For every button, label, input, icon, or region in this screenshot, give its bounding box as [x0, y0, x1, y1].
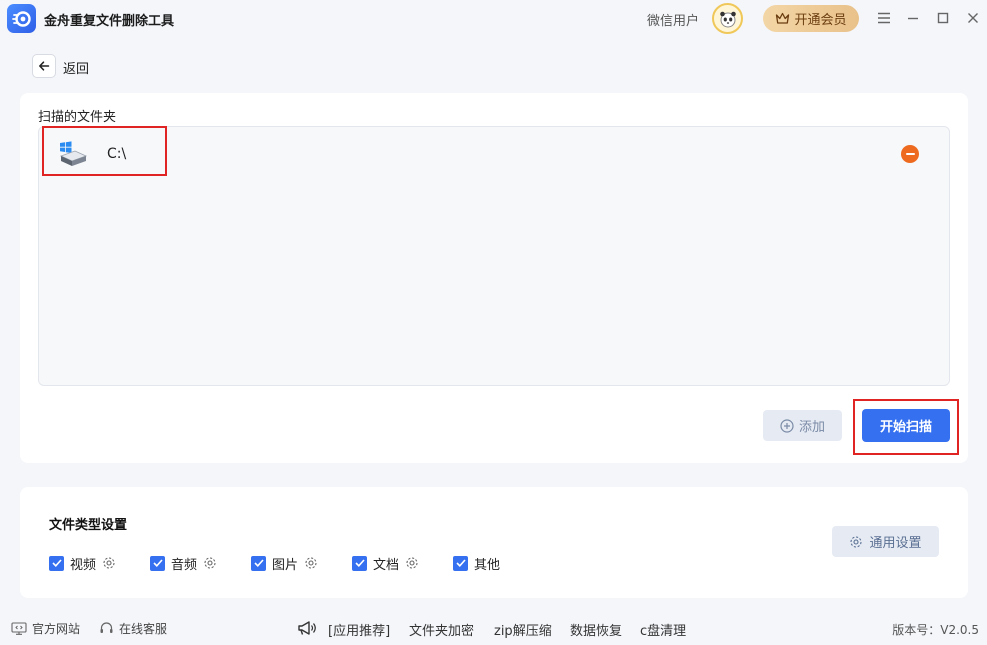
- folder-list: [38, 126, 950, 386]
- checkbox-checked-icon[interactable]: [150, 555, 165, 571]
- add-folder-button[interactable]: 添加: [763, 410, 842, 441]
- online-service-link[interactable]: 在线客服: [99, 620, 167, 637]
- checkbox-checked-icon[interactable]: [49, 555, 64, 571]
- user-name[interactable]: 微信用户: [647, 10, 699, 29]
- title-bar: 金舟重复文件删除工具 微信用户 开通会员: [0, 0, 987, 38]
- gear-icon[interactable]: [405, 556, 419, 570]
- crown-icon: [776, 12, 790, 24]
- gear-icon: [850, 535, 863, 548]
- start-scan-button[interactable]: 开始扫描: [862, 409, 950, 442]
- scan-folder-label: 扫描的文件夹: [38, 110, 117, 125]
- plus-circle-icon: [780, 418, 794, 433]
- online-service-label: 在线客服: [119, 622, 168, 636]
- general-settings-label: 通用设置: [869, 536, 922, 551]
- official-site-link[interactable]: 官方网站: [11, 620, 80, 637]
- general-settings-button[interactable]: 通用设置: [832, 526, 939, 557]
- minimize-icon[interactable]: [904, 9, 922, 27]
- back-label[interactable]: 返回: [63, 58, 89, 77]
- app-title: 金舟重复文件删除工具: [44, 14, 175, 29]
- vip-label: 开通会员: [794, 13, 847, 28]
- filetype-label: 图片: [272, 557, 299, 573]
- panda-avatar-icon: [719, 11, 736, 27]
- filetype-label: 其他: [474, 557, 501, 573]
- maximize-icon[interactable]: [934, 9, 952, 27]
- gear-icon[interactable]: [102, 556, 116, 570]
- filetype-label: 音频: [171, 557, 198, 573]
- recommend-folder-encrypt[interactable]: 文件夹加密: [409, 620, 474, 639]
- recommend-c-drive-clean[interactable]: c盘清理: [640, 620, 686, 639]
- close-icon[interactable]: [964, 9, 982, 27]
- remove-folder-icon[interactable]: [901, 145, 919, 163]
- filetype-document[interactable]: 文档: [352, 555, 419, 573]
- app-recommend-label: [应用推荐]: [328, 624, 391, 639]
- filetype-label: 文档: [373, 557, 400, 573]
- version-label: 版本号：V2.0.5: [892, 623, 979, 637]
- checkbox-checked-icon[interactable]: [352, 555, 367, 571]
- back-button[interactable]: [32, 54, 56, 78]
- gear-icon[interactable]: [203, 556, 217, 570]
- file-type-panel: [20, 487, 968, 598]
- filetype-other[interactable]: 其他: [453, 555, 501, 573]
- recommend-zip[interactable]: zip解压缩: [494, 620, 552, 639]
- gear-icon[interactable]: [304, 556, 318, 570]
- file-type-title: 文件类型设置: [49, 518, 128, 533]
- vip-button[interactable]: 开通会员: [763, 5, 859, 32]
- official-site-label: 官方网站: [32, 622, 81, 636]
- menu-icon[interactable]: [875, 9, 893, 27]
- checkbox-checked-icon[interactable]: [251, 555, 266, 571]
- avatar[interactable]: [712, 3, 743, 34]
- checkbox-checked-icon[interactable]: [453, 555, 468, 571]
- filetype-label: 视频: [70, 557, 97, 573]
- recommend-data-recovery[interactable]: 数据恢复: [570, 620, 622, 639]
- add-folder-label: 添加: [798, 420, 825, 435]
- app-logo-icon: [7, 4, 36, 33]
- megaphone-icon: [298, 621, 316, 635]
- headset-icon: [100, 622, 113, 633]
- monitor-icon: [11, 622, 27, 635]
- filetype-audio[interactable]: 音频: [150, 555, 217, 573]
- filetype-image[interactable]: 图片: [251, 555, 318, 573]
- filetype-video[interactable]: 视频: [49, 555, 116, 573]
- folder-item-highlight: [42, 126, 167, 176]
- arrow-left-icon: [39, 61, 50, 71]
